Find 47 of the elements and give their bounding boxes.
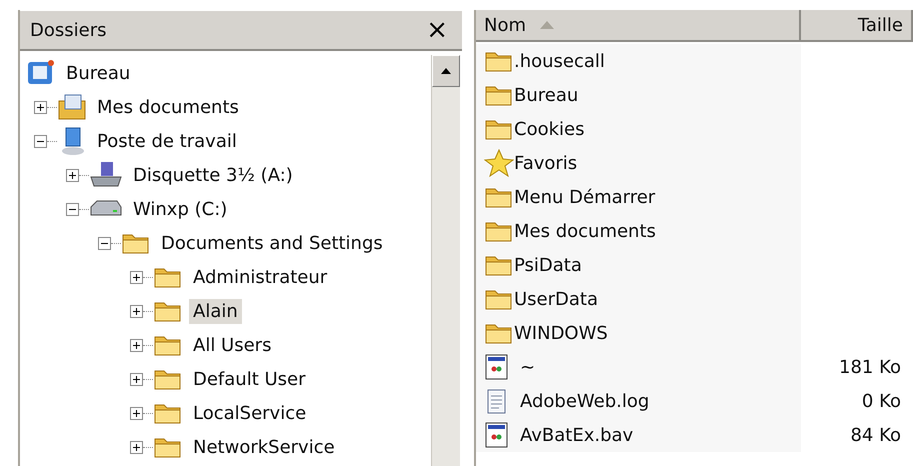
collapse-box[interactable]	[66, 202, 79, 216]
floppy-drive-icon	[89, 161, 123, 189]
tree-item[interactable]: Default User	[189, 366, 310, 392]
tree-item[interactable]: NetworkService	[189, 434, 339, 460]
scroll-up-button[interactable]	[432, 55, 460, 87]
tree-item[interactable]: Bureau	[62, 60, 134, 86]
expand-box[interactable]	[130, 304, 143, 318]
column-header[interactable]: Taille	[801, 10, 913, 42]
tree-item[interactable]: Administrateur	[189, 264, 332, 290]
application-file-icon	[484, 353, 510, 381]
file-name[interactable]: Bureau	[514, 84, 578, 106]
collapse-box[interactable]	[98, 236, 111, 250]
close-button[interactable]: ×	[422, 17, 452, 43]
tree-item[interactable]: LocalService	[189, 400, 310, 426]
expand-box[interactable]	[66, 168, 79, 182]
up-arrow-icon	[440, 67, 452, 75]
expand-box[interactable]	[130, 338, 143, 352]
file-name[interactable]: UserData	[514, 288, 598, 310]
scrollbar[interactable]	[431, 55, 460, 466]
file-size: 181 Ko	[838, 356, 902, 378]
tree-item[interactable]: Documents and Settings	[157, 230, 387, 256]
column-header[interactable]: Nom	[476, 10, 801, 42]
pane-title: Dossiers	[30, 20, 106, 40]
expand-box[interactable]	[130, 270, 143, 284]
tree-item[interactable]: Winxp (C:)	[129, 196, 232, 222]
expand-box[interactable]	[34, 100, 47, 114]
file-name[interactable]: ~	[520, 356, 536, 378]
documents-folder-icon	[57, 93, 87, 121]
file-name[interactable]: PsiData	[514, 254, 582, 276]
file-size: 0 Ko	[860, 390, 902, 412]
tree-item[interactable]: Poste de travail	[93, 128, 241, 154]
expand-box[interactable]	[130, 440, 143, 454]
collapse-box[interactable]	[34, 134, 47, 148]
expand-box[interactable]	[130, 406, 143, 420]
star-icon	[484, 149, 514, 177]
tree-item[interactable]: All Users	[189, 332, 276, 358]
tree-item[interactable]: Alain	[189, 298, 242, 324]
expand-box[interactable]	[130, 372, 143, 386]
file-name[interactable]: Cookies	[514, 118, 584, 140]
file-name[interactable]: .housecall	[514, 50, 605, 72]
file-name[interactable]: Favoris	[514, 152, 578, 174]
tree-item[interactable]: Mes documents	[93, 94, 243, 120]
file-name[interactable]: WINDOWS	[514, 322, 608, 344]
file-size: 84 Ko	[849, 424, 902, 446]
tree-item[interactable]: Disquette 3½ (A:)	[129, 162, 297, 188]
application-file-icon	[484, 421, 510, 449]
desktop-icon	[26, 59, 56, 87]
